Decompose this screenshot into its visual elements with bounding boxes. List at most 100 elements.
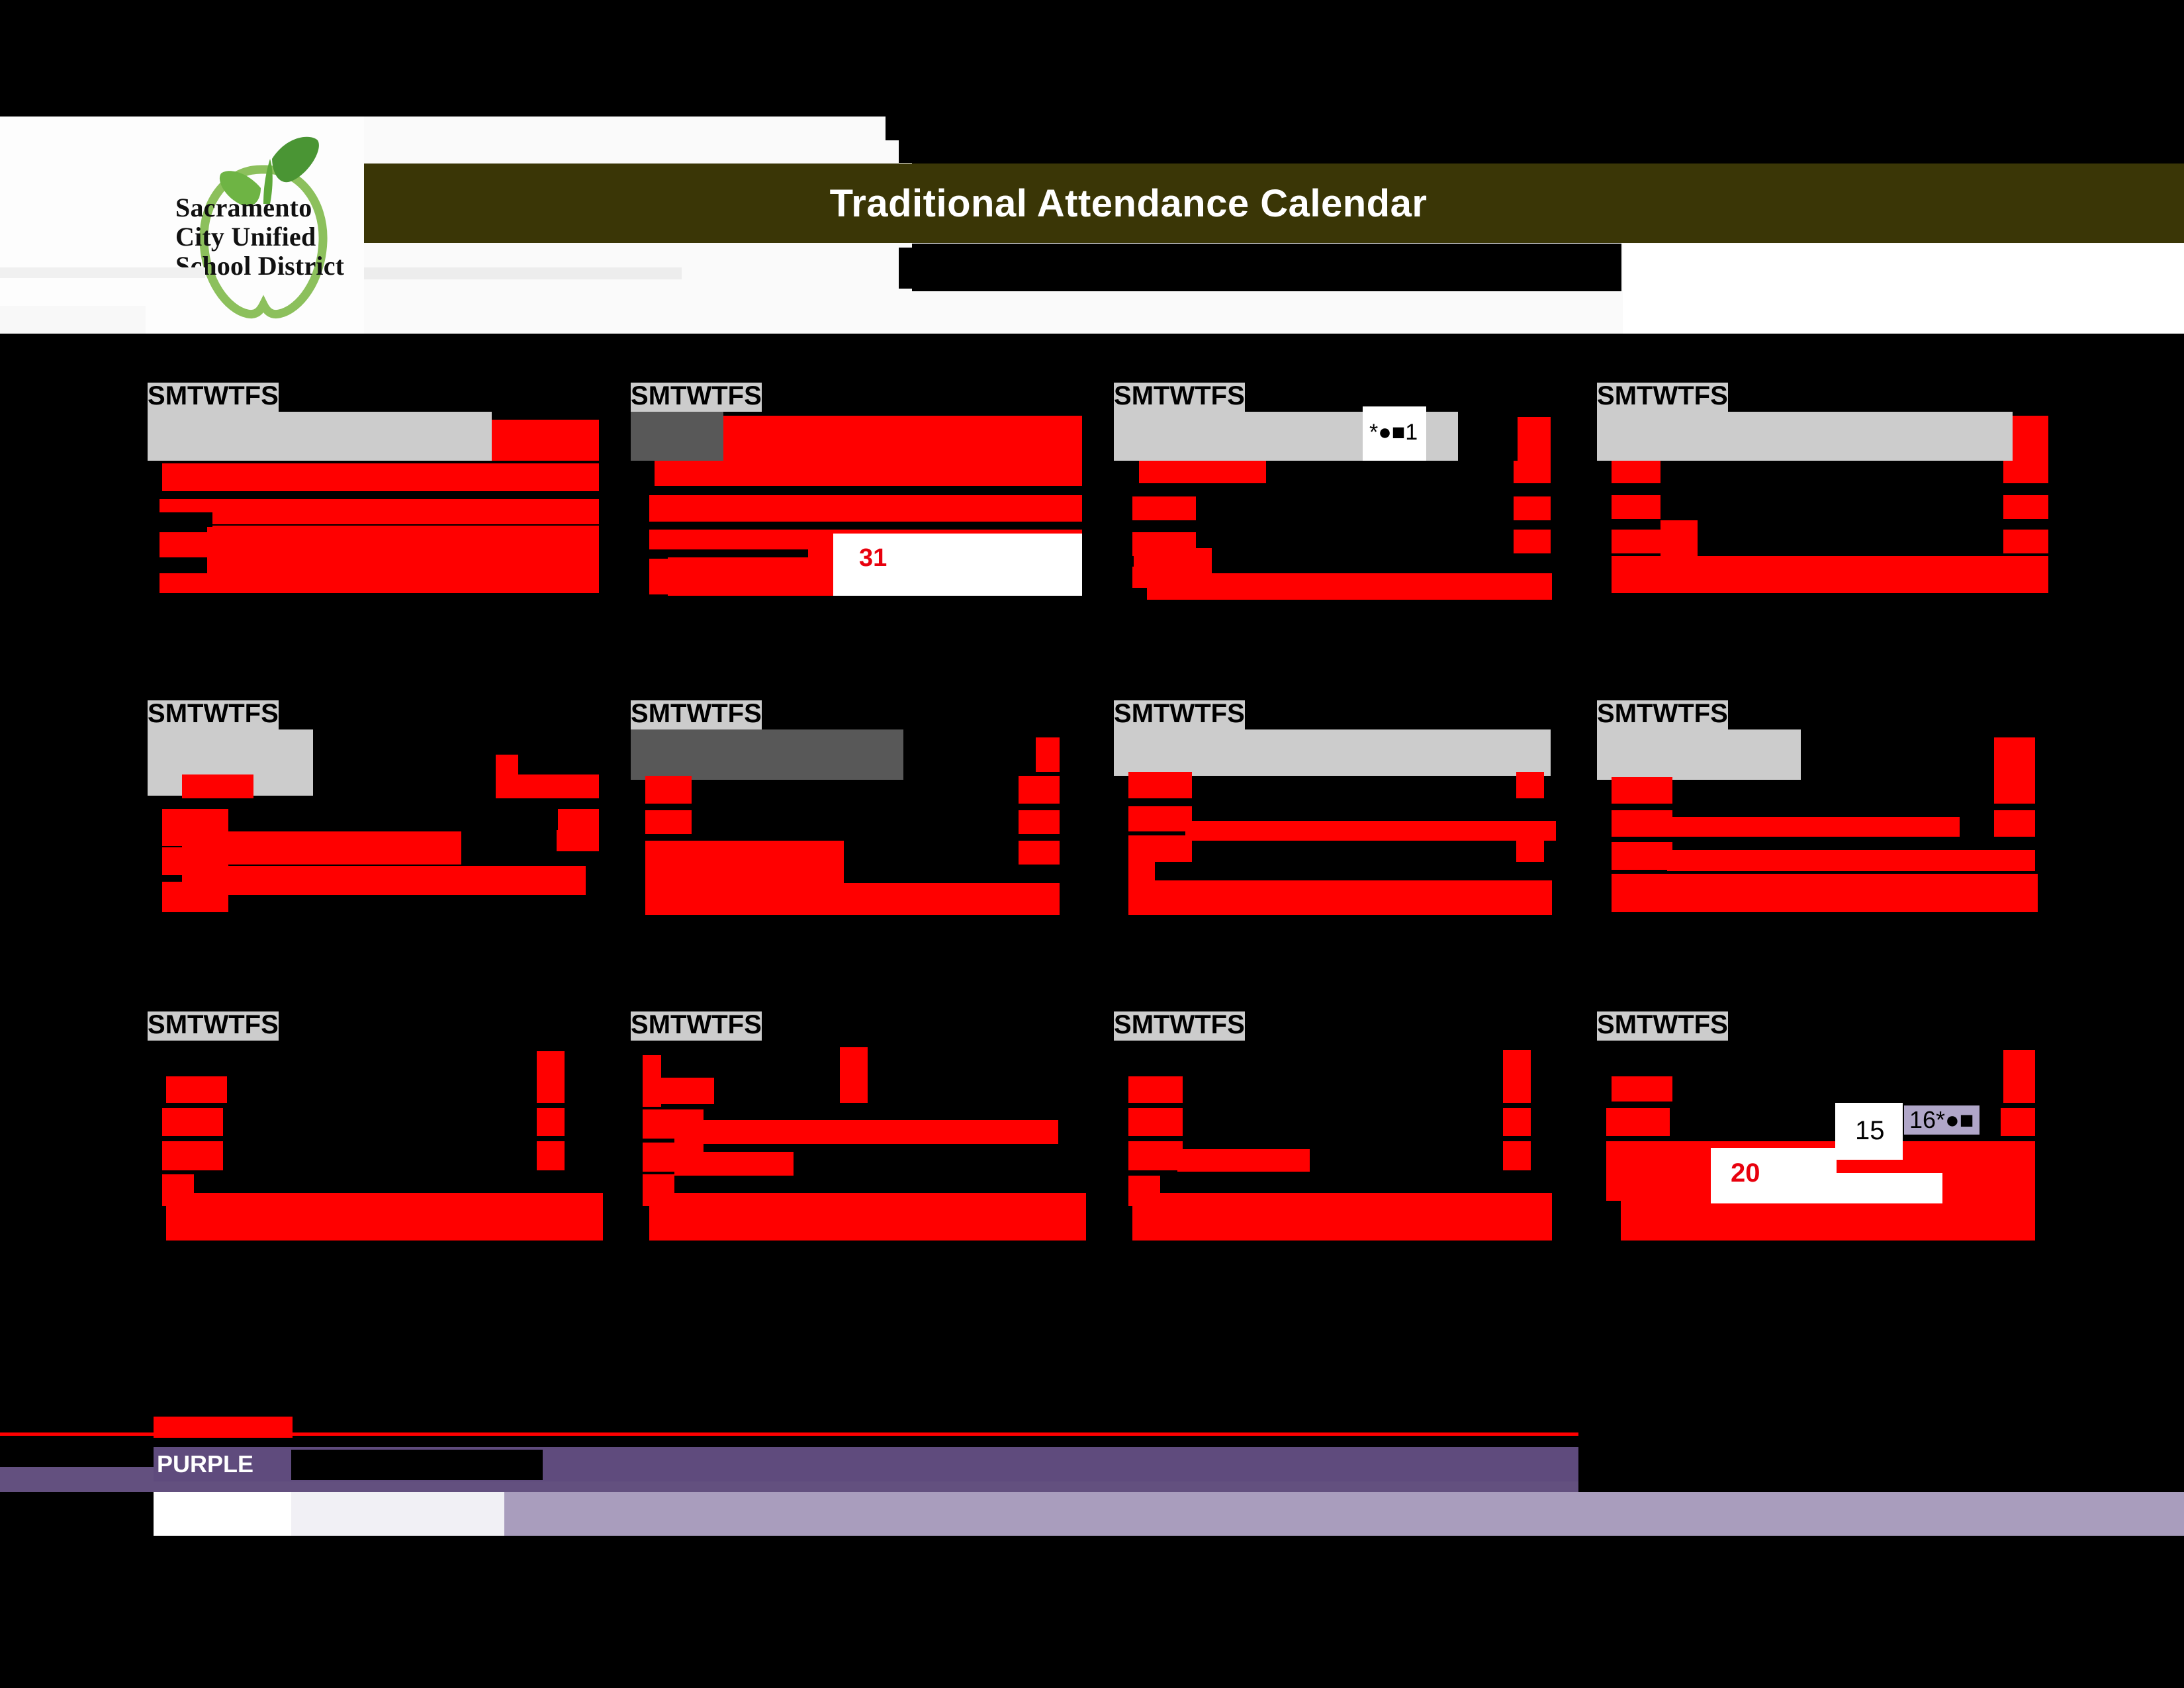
day-header-sat: S xyxy=(1227,1010,1245,1039)
day-header-tue: T xyxy=(187,699,204,728)
calendar-redacted-cell xyxy=(645,776,692,804)
day-header-thu: T xyxy=(1195,699,1211,728)
calendar-redacted-cell xyxy=(518,774,599,798)
calendar-redacted-cell xyxy=(1514,530,1551,553)
legend-offwhite-swatch xyxy=(291,1492,504,1536)
logo-line-3: School District xyxy=(175,251,345,281)
calendar-redacted-cell xyxy=(492,420,599,461)
calendar-redacted-cell xyxy=(1516,830,1544,862)
day-header-sun: S xyxy=(1597,699,1615,728)
day-header-sun: S xyxy=(631,699,649,728)
day-header-fri: F xyxy=(1694,381,1711,410)
day-header-sun: S xyxy=(631,381,649,410)
day-header-mon: M xyxy=(165,381,188,410)
calendar-day-number: *●■1 xyxy=(1369,420,1418,445)
calendar-month-2: S M T W T F S 31 xyxy=(631,383,1082,601)
day-header-mon: M xyxy=(1131,1010,1154,1039)
day-header-row: S M T W T F S xyxy=(148,700,279,729)
day-header-tue: T xyxy=(187,381,204,410)
day-header-thu: T xyxy=(711,699,728,728)
calendar-redacted-cell xyxy=(1036,737,1060,772)
day-header-mon: M xyxy=(1131,699,1154,728)
calendar-redacted-cell xyxy=(2003,530,2048,553)
calendar-redacted-cell xyxy=(1128,1141,1183,1170)
logo-line-2: City Unified xyxy=(175,222,316,252)
calendar-month-8: S M T W T F S xyxy=(1597,700,2048,919)
calendar-month-1: S M T W T F S xyxy=(148,383,599,601)
legend-purple-label: PURPLE xyxy=(157,1450,254,1477)
calendar-month-4: S M T W T F S xyxy=(1597,383,2048,601)
calendar-redacted-cell xyxy=(1019,810,1060,834)
day-header-wed: W xyxy=(686,699,712,728)
day-header-thu: T xyxy=(1678,381,1694,410)
calendar-week-fill xyxy=(1597,729,1801,780)
calendar-redacted-cell xyxy=(557,830,599,851)
calendar-redacted-cell xyxy=(1994,810,2035,837)
day-header-sun: S xyxy=(1597,381,1615,410)
calendar-month-7: S M T W T F S xyxy=(1114,700,1565,919)
calendar-day-number: 20 xyxy=(1731,1158,1760,1188)
calendar-redacted-cell xyxy=(1612,810,1672,837)
day-header-mon: M xyxy=(1614,1010,1637,1039)
day-header-row: S M T W T F S xyxy=(1597,383,1728,412)
day-header-tue: T xyxy=(1637,699,1653,728)
calendar-redacted-cell xyxy=(1132,496,1196,520)
calendar-month-5: S M T W T F S xyxy=(148,700,599,919)
day-header-row: S M T W T F S xyxy=(1114,383,1245,412)
day-header-sun: S xyxy=(148,1010,165,1039)
calendar-redacted-cell xyxy=(674,1152,794,1176)
day-header-wed: W xyxy=(686,1010,712,1039)
calendar-redacted-cell xyxy=(1177,1149,1310,1172)
day-header-wed: W xyxy=(1169,699,1195,728)
day-header-mon: M xyxy=(648,1010,671,1039)
calendar-redacted-cell xyxy=(207,526,599,593)
day-header-mon: M xyxy=(165,699,188,728)
calendar-redacted-cell xyxy=(1503,1141,1531,1170)
page-title: Traditional Attendance Calendar xyxy=(829,181,1428,225)
calendar-month-3: S M T W T F S *●■1 xyxy=(1114,383,1565,601)
day-header-sat: S xyxy=(1227,699,1245,728)
calendar-redacted-cell xyxy=(1667,850,2035,871)
day-header-sun: S xyxy=(148,381,165,410)
day-header-row: S M T W T F S xyxy=(631,700,762,729)
day-header-row: S M T W T F S xyxy=(1114,1011,1245,1041)
calendar-redacted-cell xyxy=(674,1120,1058,1144)
calendar-redacted-cell xyxy=(162,882,228,912)
calendar-week-fill xyxy=(631,729,903,780)
day-header-sun: S xyxy=(631,1010,649,1039)
day-header-sat: S xyxy=(1710,1010,1728,1039)
day-header-fri: F xyxy=(244,1010,261,1039)
header-redaction-bottom-2 xyxy=(899,248,1621,289)
day-header-fri: F xyxy=(727,1010,745,1039)
day-header-tue: T xyxy=(1154,1010,1170,1039)
day-header-wed: W xyxy=(686,381,712,410)
header-divider-1 xyxy=(364,267,682,279)
day-header-sat: S xyxy=(261,1010,279,1039)
day-header-mon: M xyxy=(1614,699,1637,728)
calendar-redacted-cell xyxy=(162,1108,223,1136)
calendar-redacted-cell xyxy=(1128,835,1192,862)
day-header-tue: T xyxy=(1154,699,1170,728)
calendar-redacted-cell xyxy=(2013,416,2048,461)
day-header-fri: F xyxy=(727,699,745,728)
calendar-redacted-cell xyxy=(655,461,1082,486)
calendar-redacted-cell xyxy=(182,774,253,798)
day-header-row: S M T W T F S xyxy=(1597,1011,1728,1041)
day-header-wed: W xyxy=(1653,699,1678,728)
calendar-redacted-cell xyxy=(166,1076,227,1103)
calendar-month-11: S M T W T F S xyxy=(1114,1011,1565,1256)
day-header-sat: S xyxy=(744,381,762,410)
day-header-tue: T xyxy=(670,1010,687,1039)
day-header-sat: S xyxy=(744,699,762,728)
calendar-day-number: 16*●■ xyxy=(1909,1106,1974,1133)
day-header-fri: F xyxy=(244,381,261,410)
calendar-redacted-cell xyxy=(1185,821,1556,841)
calendar-redacted-cell xyxy=(645,841,844,870)
calendar-redacted-cell xyxy=(1612,530,1661,553)
day-header-fri: F xyxy=(1210,699,1228,728)
header-white-right xyxy=(1623,244,2184,334)
header-strip-left xyxy=(0,306,146,334)
day-header-fri: F xyxy=(1210,1010,1228,1039)
calendar-redacted-cell xyxy=(1139,461,1266,483)
calendar-redacted-cell xyxy=(649,495,1082,522)
